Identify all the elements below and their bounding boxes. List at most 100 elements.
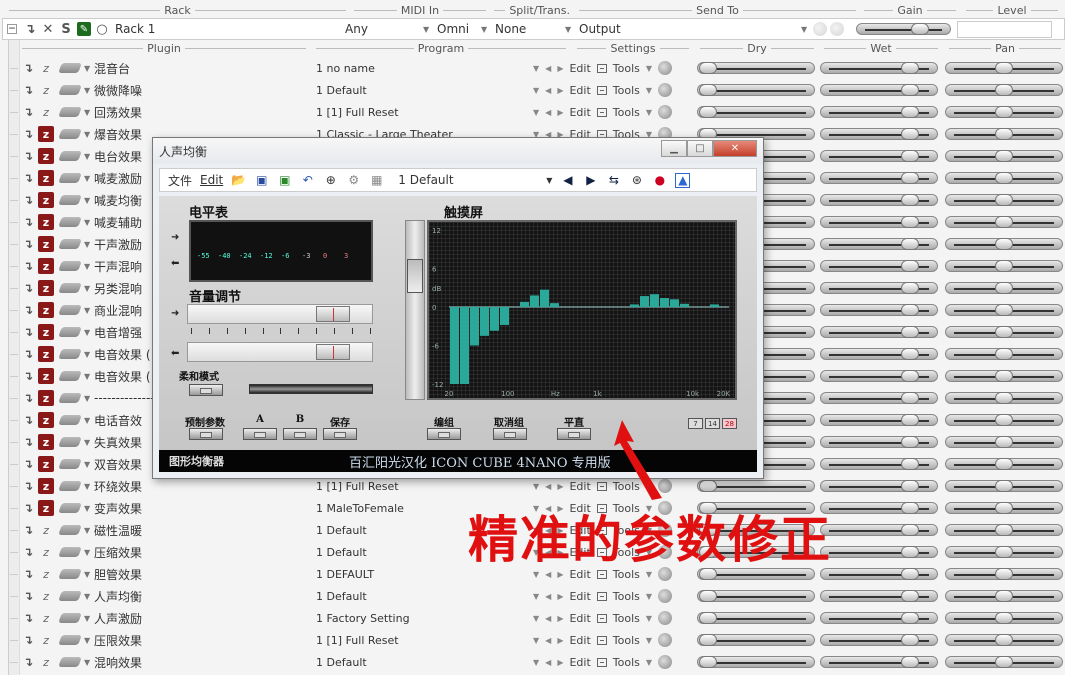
pan-slider-thumb[interactable] bbox=[995, 480, 1013, 492]
pan-slider-thumb[interactable] bbox=[995, 590, 1013, 602]
next-program-icon[interactable]: ▶ bbox=[557, 108, 563, 117]
wet-slider-thumb[interactable] bbox=[901, 128, 919, 140]
eq-band-bar[interactable] bbox=[480, 307, 489, 336]
pan-slider[interactable] bbox=[945, 150, 1063, 162]
edit-button[interactable]: Edit bbox=[569, 634, 590, 647]
next-program-icon[interactable]: ▶ bbox=[557, 592, 563, 601]
eq-band-bar[interactable] bbox=[680, 303, 689, 307]
sleep-icon[interactable]: z bbox=[38, 610, 54, 626]
eq-range-knob[interactable] bbox=[407, 259, 423, 293]
plugin-device-icon[interactable] bbox=[58, 525, 82, 535]
program-name[interactable]: 1 Factory Setting bbox=[316, 612, 410, 625]
eq-band-bar[interactable] bbox=[550, 303, 559, 307]
tools-dropdown-icon[interactable]: ▼ bbox=[646, 592, 652, 601]
settings-gear-icon[interactable]: ⚙ bbox=[346, 173, 361, 188]
sleep-icon[interactable]: z bbox=[38, 214, 54, 230]
prev-program-icon[interactable]: ◀ bbox=[545, 108, 551, 117]
plugin-dropdown-icon[interactable]: ▼ bbox=[84, 504, 94, 513]
wet-slider-thumb[interactable] bbox=[901, 502, 919, 514]
rack-name[interactable]: Rack 1 bbox=[115, 22, 345, 36]
plugin-dropdown-icon[interactable]: ▼ bbox=[84, 438, 94, 447]
close-button[interactable]: ✕ bbox=[713, 140, 757, 157]
edit-button[interactable]: Edit bbox=[569, 480, 590, 493]
tools-dropdown-icon[interactable]: ▼ bbox=[646, 86, 652, 95]
input-volume-knob[interactable] bbox=[316, 306, 350, 322]
plugin-dropdown-icon[interactable]: ▼ bbox=[84, 416, 94, 425]
sleep-icon[interactable]: z bbox=[38, 588, 54, 604]
plugin-device-icon[interactable] bbox=[58, 195, 82, 205]
wet-slider-thumb[interactable] bbox=[901, 590, 919, 602]
wet-slider[interactable] bbox=[820, 84, 938, 96]
eq-band-bar[interactable] bbox=[460, 307, 469, 384]
edit-button[interactable]: Edit bbox=[569, 84, 590, 97]
plugin-info-icon[interactable] bbox=[658, 105, 673, 119]
dry-slider[interactable] bbox=[697, 480, 815, 492]
pan-slider-thumb[interactable] bbox=[995, 348, 1013, 360]
window-icon[interactable] bbox=[596, 613, 607, 623]
eq-band-bar[interactable] bbox=[500, 307, 509, 325]
prev-program-icon[interactable]: ◀ bbox=[545, 86, 551, 95]
sleep-icon[interactable]: z bbox=[38, 280, 54, 296]
sleep-icon[interactable]: z bbox=[38, 478, 54, 494]
soft-mode-button[interactable] bbox=[189, 384, 223, 396]
sleep-icon[interactable]: z bbox=[38, 544, 54, 560]
pan-slider[interactable] bbox=[945, 370, 1063, 382]
dry-slider-thumb[interactable] bbox=[699, 480, 717, 492]
wet-slider[interactable] bbox=[820, 480, 938, 492]
plugin-device-icon[interactable] bbox=[58, 591, 82, 601]
window-icon[interactable] bbox=[596, 85, 607, 95]
eq-band-bar[interactable] bbox=[650, 294, 659, 307]
pan-slider-thumb[interactable] bbox=[995, 612, 1013, 624]
plugin-row[interactable]: ↴ z ▼ 混响效果 1 Default ▼ ◀ ▶ Edit Tools ▼ bbox=[10, 651, 1065, 673]
a-button[interactable] bbox=[243, 428, 277, 440]
sleep-icon[interactable]: z bbox=[38, 390, 54, 406]
eq-band-bar[interactable] bbox=[670, 299, 679, 307]
gain-slider-thumb[interactable] bbox=[911, 23, 929, 35]
route-icon[interactable]: ↴ bbox=[20, 303, 36, 317]
plugin-device-icon[interactable] bbox=[58, 283, 82, 293]
route-icon[interactable]: ↴ bbox=[20, 567, 36, 581]
route-icon[interactable]: ↴ bbox=[20, 105, 36, 119]
pan-slider-thumb[interactable] bbox=[995, 546, 1013, 558]
save-icon[interactable]: ▣ bbox=[254, 173, 269, 188]
pan-slider-thumb[interactable] bbox=[995, 238, 1013, 250]
tools-dropdown-icon[interactable]: ▼ bbox=[646, 64, 652, 73]
program-dropdown-icon[interactable]: ▼ bbox=[533, 636, 539, 645]
wet-slider-thumb[interactable] bbox=[901, 524, 919, 536]
sleep-icon[interactable]: z bbox=[38, 456, 54, 472]
window-icon[interactable] bbox=[596, 591, 607, 601]
wet-slider-thumb[interactable] bbox=[901, 216, 919, 228]
pan-slider-thumb[interactable] bbox=[995, 524, 1013, 536]
wet-slider-thumb[interactable] bbox=[901, 106, 919, 118]
plugin-dropdown-icon[interactable]: ▼ bbox=[84, 658, 94, 667]
band-mode-28[interactable]: 28 bbox=[722, 418, 737, 429]
pan-slider-thumb[interactable] bbox=[995, 414, 1013, 426]
plugin-device-icon[interactable] bbox=[58, 503, 82, 513]
wet-slider[interactable] bbox=[820, 612, 938, 624]
prev-program-icon[interactable]: ◀ bbox=[545, 592, 551, 601]
plugin-name[interactable]: 混音台 bbox=[94, 60, 244, 77]
menu-file[interactable]: 文件 bbox=[168, 172, 192, 189]
sleep-icon[interactable]: z bbox=[38, 566, 54, 582]
pan-slider-thumb[interactable] bbox=[995, 62, 1013, 74]
plugin-device-icon[interactable] bbox=[58, 63, 82, 73]
program-name[interactable]: 1 [1] Full Reset bbox=[316, 634, 399, 647]
sleep-icon[interactable]: z bbox=[38, 654, 54, 670]
plugin-dropdown-icon[interactable]: ▼ bbox=[84, 592, 94, 601]
pan-slider-thumb[interactable] bbox=[995, 194, 1013, 206]
plugin-dropdown-icon[interactable]: ▼ bbox=[84, 306, 94, 315]
sleep-icon[interactable]: z bbox=[38, 346, 54, 362]
pan-slider-thumb[interactable] bbox=[995, 436, 1013, 448]
split-dropdown-icon[interactable]: ▼ bbox=[565, 25, 579, 34]
wet-slider-thumb[interactable] bbox=[901, 546, 919, 558]
pan-slider[interactable] bbox=[945, 326, 1063, 338]
wet-slider-thumb[interactable] bbox=[901, 172, 919, 184]
wet-slider[interactable] bbox=[820, 546, 938, 558]
wet-slider[interactable] bbox=[820, 568, 938, 580]
plugin-name[interactable]: 磁性温暖 bbox=[94, 522, 244, 539]
eq-band-bar[interactable] bbox=[490, 307, 499, 331]
wet-slider-thumb[interactable] bbox=[901, 612, 919, 624]
wet-slider[interactable] bbox=[820, 656, 938, 668]
route-icon[interactable]: ↴ bbox=[20, 215, 36, 229]
sleep-icon[interactable]: z bbox=[38, 522, 54, 538]
